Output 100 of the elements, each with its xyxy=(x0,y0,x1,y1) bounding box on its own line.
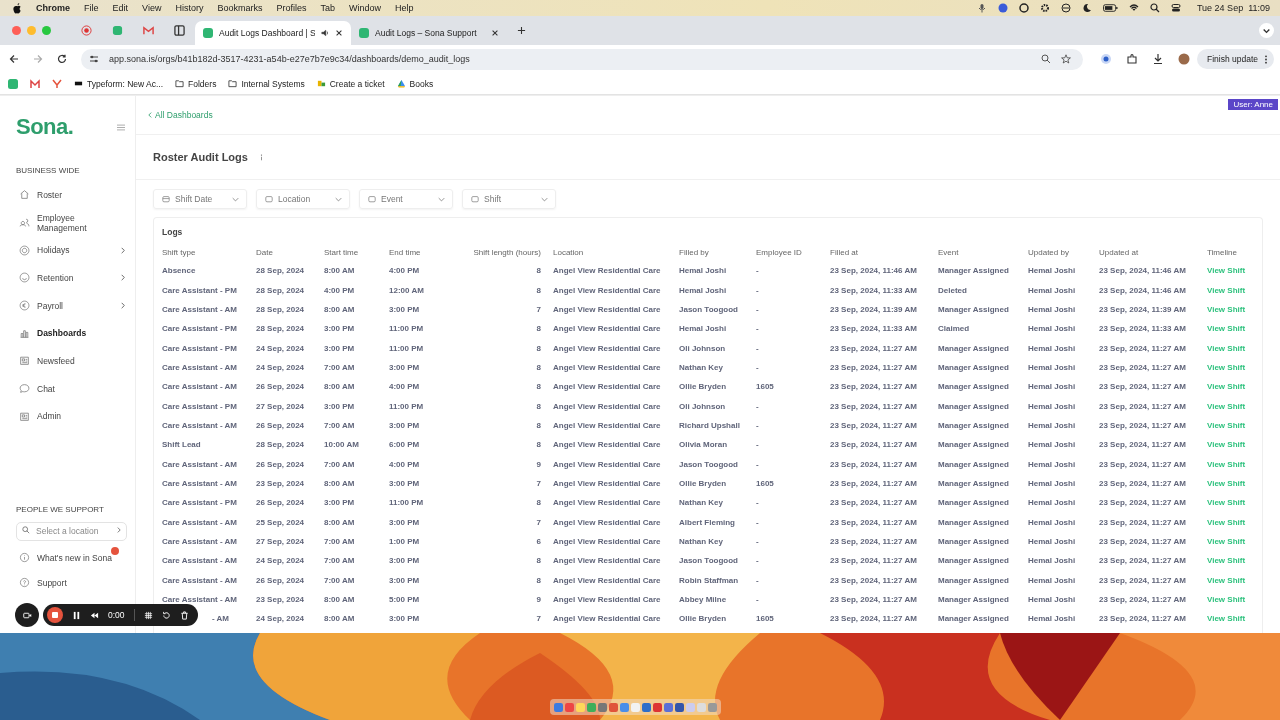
sidebar-item[interactable]: Newsfeed xyxy=(16,347,125,375)
menu-item[interactable]: Bookmarks xyxy=(217,3,263,13)
battery-icon[interactable] xyxy=(1102,3,1118,13)
wifi-icon[interactable] xyxy=(1128,3,1139,13)
table-cell: 3:00 PM xyxy=(389,304,420,314)
microphone-icon[interactable] xyxy=(976,3,987,13)
column-header[interactable]: Filled by xyxy=(679,247,709,257)
sidebar-item[interactable]: Payroll xyxy=(16,291,125,320)
menu-item[interactable]: Window xyxy=(348,3,381,13)
avatar-icon[interactable] xyxy=(1177,53,1190,65)
sidebar-icon[interactable] xyxy=(174,25,185,36)
app-menu[interactable]: Chrome xyxy=(36,3,70,13)
column-header[interactable]: Updated by xyxy=(1028,247,1069,257)
menu-item[interactable]: View xyxy=(142,3,162,13)
browser-tab[interactable]: Audit Logs – Sona Support xyxy=(351,21,507,45)
sidebar-item[interactable]: Retention xyxy=(16,264,125,292)
speaker-icon[interactable] xyxy=(321,29,329,37)
browser-tab[interactable]: Audit Logs Dashboard | S xyxy=(195,21,351,45)
column-header[interactable]: Date xyxy=(256,247,273,257)
sidebar-item[interactable]: Roster xyxy=(16,181,125,209)
mail-icon[interactable] xyxy=(143,25,154,36)
filter-dropdown[interactable]: Shift Date xyxy=(153,189,247,209)
download-icon[interactable] xyxy=(1151,53,1164,65)
close-icon[interactable] xyxy=(335,29,343,37)
chat-icon xyxy=(19,383,30,395)
close-icon[interactable] xyxy=(491,29,499,37)
sidebar-item[interactable]: Chat xyxy=(16,374,125,403)
bookmark[interactable]: Internal Systems xyxy=(241,78,305,89)
column-header[interactable]: Shift length (hours) xyxy=(473,247,541,257)
back-icon[interactable] xyxy=(9,54,19,64)
filter-dropdown[interactable]: Event xyxy=(359,189,453,209)
star-icon[interactable] xyxy=(1060,54,1071,64)
sidebar-link[interactable]: What's new in Sona xyxy=(37,552,112,563)
table-cell: 8:00 AM xyxy=(324,382,355,392)
pause-icon[interactable] xyxy=(72,610,81,620)
sidebar-item[interactable]: Admin xyxy=(16,402,125,431)
column-header[interactable]: End time xyxy=(389,247,421,257)
column-header[interactable]: Event xyxy=(938,247,959,257)
column-header[interactable]: Location xyxy=(553,247,584,257)
zoom-icon[interactable] xyxy=(1040,54,1051,64)
info-icon[interactable] xyxy=(259,153,263,161)
table-cell: 8 xyxy=(536,382,541,392)
filter-dropdown[interactable]: Shift xyxy=(462,189,556,209)
column-header[interactable]: Start time xyxy=(324,247,359,257)
trash-icon[interactable] xyxy=(179,610,189,620)
column-header[interactable]: Shift type xyxy=(162,247,196,257)
tune-icon[interactable] xyxy=(89,54,99,64)
puzzle-icon[interactable] xyxy=(1125,53,1138,65)
filter-dropdown[interactable]: Location xyxy=(256,189,350,209)
sidebar-item[interactable]: Holidays xyxy=(16,236,125,265)
table-cell: 1:00 PM xyxy=(389,537,420,546)
sidebar-link[interactable]: Support xyxy=(37,577,67,588)
grid-icon[interactable] xyxy=(143,610,153,620)
sidebar-item[interactable]: Dashboards xyxy=(16,319,125,348)
plus-icon[interactable] xyxy=(517,26,526,35)
sidebar-item[interactable]: Employee Management xyxy=(16,208,125,237)
people-icon xyxy=(19,217,30,229)
menu-item[interactable]: History xyxy=(175,3,204,13)
menu-item[interactable]: Profiles xyxy=(276,3,307,13)
extension-icon[interactable] xyxy=(1099,53,1112,65)
menu-item[interactable]: Help xyxy=(395,3,414,13)
back-link[interactable]: All Dashboards xyxy=(148,110,213,120)
table-cell: 23 Sep, 2024, 11:27 AM xyxy=(1099,420,1186,430)
bookmark[interactable]: Typeform: New Ac... xyxy=(87,78,164,89)
update-button[interactable]: Finish update xyxy=(1196,49,1274,69)
gear-icon[interactable] xyxy=(1039,3,1050,13)
status-icon[interactable] xyxy=(1018,3,1029,13)
table-cell: Jason Toogood xyxy=(679,459,738,469)
table-cell: Care Assistant - PM xyxy=(162,324,237,334)
control-center-icon[interactable] xyxy=(1170,3,1181,13)
table-cell: - xyxy=(756,459,759,469)
address-bar[interactable]: app.sona.is/orgs/b41b182d-3517-4231-a54b-e27e7b7e9c34/dashboards/demo_audit_logs xyxy=(81,48,1083,70)
record-icon[interactable] xyxy=(81,25,92,36)
apple-icon[interactable] xyxy=(13,2,22,14)
app-icon[interactable] xyxy=(52,78,62,89)
clock[interactable]: Tue 24 Sep 11:09 xyxy=(1196,3,1270,13)
restart-icon[interactable] xyxy=(161,610,171,620)
mail-icon[interactable] xyxy=(30,78,40,89)
status-icon[interactable] xyxy=(1060,3,1071,13)
app-icon[interactable] xyxy=(8,78,18,89)
rewind-icon[interactable] xyxy=(90,610,99,620)
search-icon[interactable] xyxy=(1149,3,1160,13)
bookmark[interactable]: Create a ticket xyxy=(329,78,385,89)
menu-item[interactable]: Edit xyxy=(112,3,129,13)
chevron-down-icon[interactable] xyxy=(1259,23,1274,38)
column-header[interactable]: Updated at xyxy=(1099,247,1139,257)
table-cell: 8:00 AM xyxy=(324,614,355,624)
reload-icon[interactable] xyxy=(57,54,67,64)
column-header[interactable]: Timeline xyxy=(1207,247,1237,257)
logo[interactable]: Sona. xyxy=(16,114,74,140)
menu-item[interactable]: Tab xyxy=(320,3,335,13)
location-search-field[interactable]: Select a location xyxy=(16,521,127,541)
table-cell: 3:00 PM xyxy=(389,420,420,430)
menu-item[interactable]: File xyxy=(84,3,99,13)
moon-icon[interactable] xyxy=(1081,3,1092,13)
bookmark[interactable]: Books xyxy=(409,78,434,89)
bookmark[interactable]: Folders xyxy=(188,78,217,89)
column-header[interactable]: Employee ID xyxy=(756,247,802,257)
column-header[interactable]: Filled at xyxy=(830,247,858,257)
stop-button[interactable] xyxy=(47,607,63,623)
